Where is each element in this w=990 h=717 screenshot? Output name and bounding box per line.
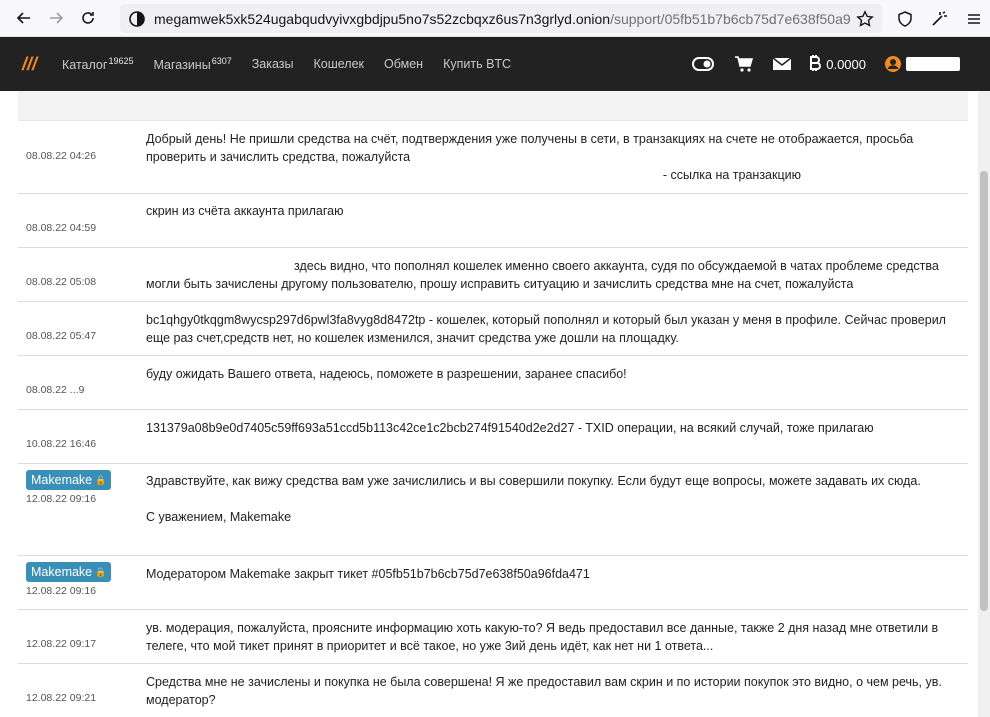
reload-button[interactable]	[72, 0, 104, 37]
message-row: Makemake 🔒 12.08.22 09:16 Здравствуйте, к…	[18, 464, 968, 556]
onion-icon	[129, 10, 145, 27]
message-author	[26, 202, 138, 214]
back-button[interactable]	[8, 0, 40, 37]
site-navbar: /// Каталог19625 Магазины6307 Заказы Кош…	[0, 37, 990, 91]
message-date: 12.08.22 09:16	[26, 493, 97, 505]
message-text: Здравствуйте, как вижу средства вам уже …	[146, 474, 921, 524]
scroll-thumb[interactable]	[980, 171, 988, 611]
bookmark-star-button[interactable]	[856, 0, 874, 37]
arrow-left-icon	[16, 12, 30, 24]
message-row: 08.08.22 04:59 скрин из счёта аккаунта п…	[18, 194, 968, 248]
forward-button[interactable]	[40, 0, 72, 37]
message-date: 08.08.22 05:47	[26, 330, 97, 342]
page-scrollbar[interactable]	[978, 91, 990, 717]
message-row: 12.08.22 09:21 Средства мне не зачислены…	[18, 664, 968, 717]
reload-icon	[82, 12, 94, 24]
moderator-badge[interactable]: Makemake 🔒	[26, 562, 112, 582]
message-date: 12.08.22 09:16	[26, 585, 97, 597]
extensions-button[interactable]	[930, 0, 948, 37]
hamburger-menu-icon	[968, 13, 980, 24]
message-text: здесь видно, что пополнял кошелек именно…	[146, 259, 939, 291]
nav-wallet[interactable]: Кошелек	[314, 57, 365, 71]
message-row: 08.08.22 05:47 bc1qhgy0tkqgm8wycsp297d6p…	[18, 302, 968, 356]
message-author	[26, 364, 138, 376]
nav-catalog[interactable]: Каталог19625	[62, 56, 133, 72]
message-text: ув. модерация, пожалуйста, проясните инф…	[146, 621, 939, 653]
message-row: 12.08.22 09:17 ув. модерация, пожалуйста…	[18, 610, 968, 664]
cart-icon[interactable]	[734, 55, 754, 73]
message-row: 08.08.22 05:08 здесь видно, что пополнял…	[18, 248, 968, 302]
shield-button[interactable]	[896, 0, 914, 37]
message-date: 08.08.22 05:08	[26, 276, 97, 288]
message-date: 12.08.22 09:17	[26, 638, 97, 650]
moderator-badge[interactable]: Makemake 🔒	[26, 470, 112, 490]
panel-header	[18, 91, 968, 121]
message-date: 12.08.22 09:21	[26, 692, 97, 704]
username-redacted[interactable]	[906, 57, 960, 71]
lock-icon: 🔒	[95, 474, 107, 485]
message-author	[26, 672, 138, 684]
url-path: /support/05fb51b7b6cb75d7e638f50a9	[610, 10, 851, 27]
nav-shops[interactable]: Магазины6307	[153, 56, 231, 72]
bitcoin-icon	[810, 55, 822, 71]
message-author	[26, 618, 138, 630]
menu-button[interactable]	[966, 0, 982, 37]
nav-buy-btc[interactable]: Купить BTC	[443, 57, 511, 71]
site-logo[interactable]: ///	[22, 54, 62, 75]
message-author	[26, 130, 138, 142]
lock-icon: 🔒	[95, 566, 107, 577]
message-text: скрин из счёта аккаунта прилагаю	[146, 204, 344, 218]
message-text: bc1qhgy0tkqgm8wycsp297d6pwl3fa8vyg8d8472…	[146, 313, 946, 345]
envelope-icon[interactable]	[772, 56, 792, 72]
url-host: megamwek5xk524ugabqudvyivxgbdjpu5no7s52z…	[154, 10, 611, 27]
message-date: 08.08.22 04:59	[26, 222, 97, 234]
message-row: 08.08.22 ...9 буду ожидать Вашего ответа…	[18, 356, 968, 410]
message-row: Makemake 🔒 12.08.22 09:16 Модератором Mak…	[18, 556, 968, 610]
message-row: 08.08.22 04:26 Добрый день! Не пришли ср…	[18, 122, 968, 194]
message-author	[26, 310, 138, 322]
message-row: 10.08.22 16:46 131379a08b9e0d7405c59ff69…	[18, 410, 968, 464]
message-date: 08.08.22 04:26	[26, 150, 97, 162]
btc-balance[interactable]: 0.0000	[826, 57, 866, 72]
message-text: буду ожидать Вашего ответа, надеюсь, пом…	[146, 367, 627, 381]
message-text: 131379a08b9e0d7405c59ff693a51ccd5b113c42…	[146, 421, 874, 435]
message-text: Средства мне не зачислены и покупка не б…	[146, 675, 942, 707]
nav-right-group: 0.0000	[692, 37, 960, 91]
message-text: Добрый день! Не пришли средства на счёт,…	[146, 132, 914, 182]
toggle-icon[interactable]	[692, 57, 715, 71]
address-bar[interactable]: megamwek5xk524ugabqudvyivxgbdjpu5no7s52z…	[120, 4, 882, 33]
ticket-conversation: 08.08.22 04:26 Добрый день! Не пришли ср…	[18, 91, 968, 717]
magic-wand-icon	[932, 10, 947, 26]
user-icon[interactable]	[884, 55, 902, 73]
star-icon	[856, 9, 874, 27]
arrow-right-icon	[50, 12, 64, 24]
nav-orders[interactable]: Заказы	[252, 57, 294, 71]
browser-toolbar: megamwek5xk524ugabqudvyivxgbdjpu5no7s52z…	[0, 0, 990, 37]
message-date: 08.08.22 ...9	[26, 384, 85, 396]
shield-icon	[898, 10, 912, 27]
nav-exchange[interactable]: Обмен	[384, 57, 423, 71]
message-date: 10.08.22 16:46	[26, 438, 97, 450]
message-text: Модератором Makemake закрыт тикет #05fb5…	[146, 567, 590, 581]
message-author	[26, 256, 138, 268]
message-author	[26, 418, 138, 430]
